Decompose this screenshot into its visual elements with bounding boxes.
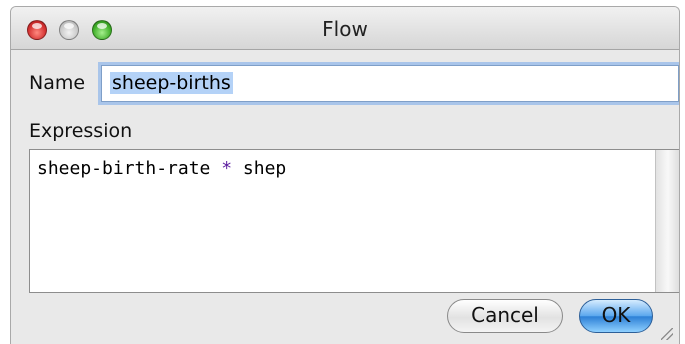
name-input[interactable]: sheep-births <box>101 65 679 102</box>
expression-label: Expression <box>29 120 133 142</box>
expression-term-rhs: shep <box>242 158 287 179</box>
name-label: Name <box>29 72 86 94</box>
flow-dialog: Flow Name sheep-births Expression sheep-… <box>10 6 680 344</box>
expression-textarea[interactable]: sheep-birth-rate * shep <box>29 149 679 293</box>
title-bar[interactable]: Flow <box>11 7 679 50</box>
resize-grip-icon[interactable] <box>661 328 673 340</box>
expression-term-lhs: sheep-birth-rate <box>37 158 211 179</box>
name-input-value: sheep-births <box>110 72 233 94</box>
ok-button[interactable]: OK <box>579 299 653 333</box>
expression-operator: * <box>221 158 233 179</box>
cancel-button[interactable]: Cancel <box>447 299 563 333</box>
window-title: Flow <box>322 17 368 41</box>
expression-scrollbar[interactable] <box>655 150 679 292</box>
